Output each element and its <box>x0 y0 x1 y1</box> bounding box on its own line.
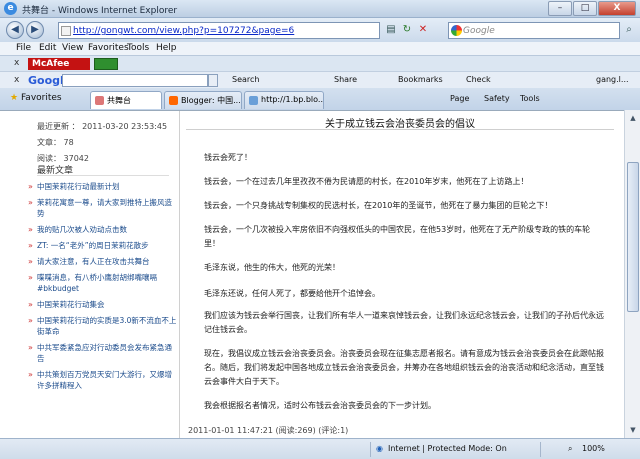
tab-favicon-icon <box>95 96 104 105</box>
menu-file[interactable]: File <box>16 43 31 53</box>
status-divider <box>540 442 541 457</box>
status-divider <box>370 442 371 457</box>
latest-articles-list: 中国茉莉花行动最新计划 茉莉花寓意一尊，请大家到推特上搬风造势 我的贴几次被人劝… <box>28 181 178 396</box>
url-text: http://gongwt.com/view.php?p=107272&page… <box>73 26 295 36</box>
list-item[interactable]: 中国茉莉花行动集会 <box>28 299 178 310</box>
google-account[interactable]: gang.l... <box>596 75 629 84</box>
favorites-button[interactable]: ★ Favorites <box>10 93 62 103</box>
article-paragraph: 钱云会，一个在过去几年里孜孜不倦为民请愿的村长，在2010年岁末，他死在了上访路… <box>204 177 529 186</box>
minimize-button[interactable]: – <box>548 1 572 16</box>
article-paragraph: 毛泽东说，他生的伟大，他死的光荣！ <box>204 263 340 272</box>
status-bar: ◉ Internet | Protected Mode: On ⌕ 100% <box>0 438 640 459</box>
search-placeholder: Google <box>463 26 495 36</box>
divider <box>37 175 169 176</box>
check-button[interactable]: Check <box>466 75 491 84</box>
close-window-button[interactable]: X <box>598 1 636 16</box>
address-bar: ◀ ▶ http://gongwt.com/view.php?p=107272&… <box>0 18 640 42</box>
article-footer: 2011-01-01 11:47:21 (阅读:269) (评论:1) <box>188 426 349 435</box>
menu-tools[interactable]: Tools <box>127 43 149 53</box>
scroll-thumb[interactable] <box>627 162 639 312</box>
mcafee-button[interactable]: McAfee <box>28 58 90 70</box>
google-icon <box>451 25 462 36</box>
tab-image[interactable]: http://1.bp.blo... <box>244 91 324 109</box>
mcafee-toolbar: x McAfee <box>0 55 640 71</box>
menu-bar: File Edit View Favorites Tools Help <box>0 42 640 55</box>
article-paragraph: 现在，我倡议成立钱云会治丧委员会。治丧委员会现在征集志愿者报名。请有意成为钱云会… <box>204 349 604 386</box>
article-paragraph: 钱云会死了！ <box>204 153 252 162</box>
window-title: 共舞台 - Windows Internet Explorer <box>22 6 178 16</box>
maximize-button[interactable]: □ <box>573 1 597 16</box>
page-icon <box>61 26 71 36</box>
share-button[interactable]: Share <box>334 75 357 84</box>
star-icon: ★ <box>10 93 19 103</box>
list-item[interactable]: 中国茉莉花行动最新计划 <box>28 181 178 192</box>
scroll-up-icon[interactable]: ▲ <box>627 112 639 124</box>
vertical-scrollbar[interactable]: ▲ ▼ <box>624 110 640 438</box>
list-item[interactable]: 中共策划百万党员天安门大游行，又爆增许多拼精程入 <box>28 369 178 391</box>
tab-bar: ★ Favorites 共舞台 Blogger: 中国... http://1.… <box>0 88 640 110</box>
back-button[interactable]: ◀ <box>6 21 24 39</box>
menu-view[interactable]: View <box>62 43 83 53</box>
title-bar: e 共舞台 - Windows Internet Explorer – □ X <box>0 0 640 18</box>
zoom-level[interactable]: 100% <box>582 444 605 453</box>
url-field[interactable]: http://gongwt.com/view.php?p=107272&page… <box>58 22 380 39</box>
left-sidebar: 最近更新 ： 2011-03-20 23:53:45 文章： 78 阅读： 37… <box>0 111 180 439</box>
list-item[interactable]: ZT: 一名“老外”的周日茉莉花散步 <box>28 240 178 251</box>
google-search-input[interactable] <box>62 74 208 87</box>
article: 关于成立钱云会治丧委员会的倡议 钱云会死了！ 钱云会，一个在过去几年里孜孜不倦为… <box>186 111 614 439</box>
page-content: 最近更新 ： 2011-03-20 23:53:45 文章： 78 阅读： 37… <box>0 110 624 439</box>
zoom-icon: ⌕ <box>568 444 573 453</box>
google-search-dropdown[interactable] <box>208 74 218 87</box>
security-zone[interactable]: Internet | Protected Mode: On <box>388 444 507 453</box>
close-google-toolbar-icon[interactable]: x <box>14 75 19 85</box>
menu-favorites[interactable]: Favorites <box>88 43 129 53</box>
list-item[interactable]: 茉莉花寓意一尊，请大家到推特上搬风造势 <box>28 197 178 219</box>
google-toolbar: x Google Search Share Bookmarks Check ga… <box>0 71 640 88</box>
list-item[interactable]: 中国茉莉花行动的实质是3.0新不流血不上街革命 <box>28 315 178 337</box>
compatibility-icon[interactable]: ▤ <box>384 23 398 37</box>
tools-menu[interactable]: Tools <box>520 94 540 103</box>
tab-blogger[interactable]: Blogger: 中国... <box>164 91 242 109</box>
list-item[interactable]: 我的贴几次被人劝动点击数 <box>28 224 178 235</box>
article-title: 关于成立钱云会治丧委员会的倡议 <box>325 119 475 130</box>
article-paragraph: 钱云会，一个只身挑战专制集权的民选村长，在2010年的圣诞节，他死在了暴力集团的… <box>204 201 553 210</box>
forward-button[interactable]: ▶ <box>26 21 44 39</box>
scroll-down-icon[interactable]: ▼ <box>627 424 639 436</box>
menu-help[interactable]: Help <box>156 43 177 53</box>
tab-favicon-icon <box>249 96 258 105</box>
list-item[interactable]: 中共军委紧急应对行动委员会发布紧急通告 <box>28 342 178 364</box>
article-count: 文章： 78 <box>37 138 74 147</box>
article-paragraph: 钱云会，一个几次被投入牢房依旧不向强权低头的中国农民，在他53岁时，他死在了无产… <box>204 225 591 248</box>
title-divider <box>186 129 614 130</box>
refresh-icon[interactable]: ↻ <box>400 23 414 37</box>
safety-menu[interactable]: Safety <box>484 94 510 103</box>
globe-icon: ◉ <box>376 444 383 453</box>
site-advisor-icon[interactable] <box>94 58 118 70</box>
tab-gongwutai[interactable]: 共舞台 <box>90 91 162 109</box>
search-icon[interactable]: ⌕ <box>622 23 636 37</box>
last-updated: 最近更新 ： 2011-03-20 23:53:45 <box>37 122 168 131</box>
bookmarks-button[interactable]: Bookmarks <box>398 75 443 84</box>
list-item[interactable]: 喋喋消息，有八桥小鹰射胡绑嘴嚷嗝 #bkbudget <box>28 272 178 294</box>
page-menu[interactable]: Page <box>450 94 469 103</box>
ie-logo-icon: e <box>4 2 17 15</box>
list-item[interactable]: 请大家注意，有人正在攻击共舞台 <box>28 256 178 267</box>
article-paragraph: 毛泽东还说，任何人死了，都要给他开个追悼会。 <box>204 289 380 298</box>
article-paragraph: 我们应该为钱云会举行国丧，让我们所有华人一道来哀悼钱云会，让我们永远纪念钱云会，… <box>204 311 604 334</box>
article-paragraph: 我会根据报名者情况，适时公布钱云会治丧委员会的下一步计划。 <box>204 401 436 410</box>
tab-favicon-icon <box>169 96 178 105</box>
search-box[interactable]: Google <box>448 22 620 39</box>
menu-edit[interactable]: Edit <box>39 43 56 53</box>
stop-icon[interactable]: ✕ <box>416 23 430 37</box>
close-toolbar-icon[interactable]: x <box>14 58 19 68</box>
google-search-button[interactable]: Search <box>232 75 259 84</box>
browser-window: e 共舞台 - Windows Internet Explorer – □ X … <box>0 0 640 459</box>
